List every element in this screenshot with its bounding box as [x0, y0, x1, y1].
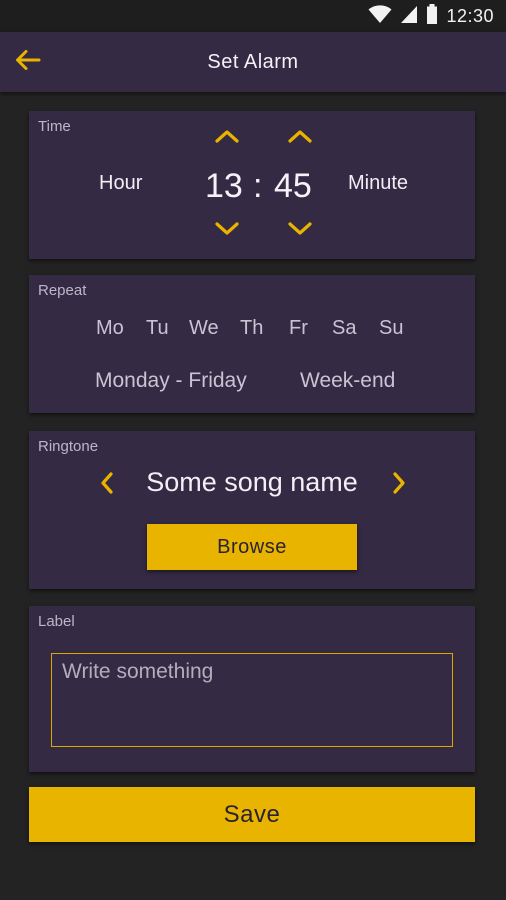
status-bar: 12:30: [0, 0, 506, 32]
minute-down-button[interactable]: [285, 220, 315, 242]
time-card: Time Hour 13 : 45 Minute: [29, 111, 475, 259]
weekend-option[interactable]: Week-end: [300, 369, 395, 393]
ringtone-selector: Some song name: [29, 467, 475, 503]
ringtone-section-label: Ringtone: [38, 438, 99, 455]
weekdays-option[interactable]: Monday - Friday: [95, 369, 247, 393]
minute-label: Minute: [348, 172, 409, 194]
next-song-button[interactable]: [385, 471, 413, 499]
hour-up-button[interactable]: [212, 127, 242, 149]
status-time: 12:30: [446, 5, 494, 26]
day-monday[interactable]: Mo: [96, 317, 124, 340]
day-wednesday[interactable]: We: [189, 317, 219, 340]
save-button[interactable]: Save: [29, 787, 475, 842]
signal-icon: [400, 4, 418, 29]
hour-down-button[interactable]: [212, 220, 242, 242]
ringtone-card: Ringtone Some song name Browse: [29, 431, 475, 589]
day-friday[interactable]: Fr: [289, 317, 308, 340]
label-section-label: Label: [38, 613, 75, 630]
hour-value: 13: [205, 167, 243, 205]
chevron-right-icon: [391, 471, 407, 500]
day-tuesday[interactable]: Tu: [146, 317, 169, 340]
repeat-card: Repeat Mo Tu We Th Fr Sa Su Monday - Fri…: [29, 275, 475, 413]
minute-up-button[interactable]: [285, 127, 315, 149]
page-title: Set Alarm: [207, 50, 299, 73]
minute-value: 45: [274, 167, 312, 205]
day-thursday[interactable]: Th: [240, 317, 263, 340]
battery-icon: [426, 3, 438, 30]
chevron-up-icon: [214, 128, 240, 149]
day-selector: Mo Tu We Th Fr Sa Su: [29, 317, 475, 347]
time-section-label: Time: [38, 118, 71, 135]
browse-button[interactable]: Browse: [147, 524, 357, 570]
repeat-section-label: Repeat: [38, 282, 87, 299]
hour-label: Hour: [99, 172, 143, 194]
day-sunday[interactable]: Su: [379, 317, 403, 340]
label-card: Label: [29, 606, 475, 772]
status-icons: 12:30: [368, 0, 494, 32]
day-saturday[interactable]: Sa: [332, 317, 356, 340]
chevron-up-icon: [287, 128, 313, 149]
wifi-icon: [368, 4, 392, 29]
app-bar: Set Alarm: [0, 32, 506, 92]
chevron-down-icon: [287, 221, 313, 242]
chevron-down-icon: [214, 221, 240, 242]
time-separator: :: [253, 167, 263, 205]
label-input[interactable]: [51, 653, 453, 747]
